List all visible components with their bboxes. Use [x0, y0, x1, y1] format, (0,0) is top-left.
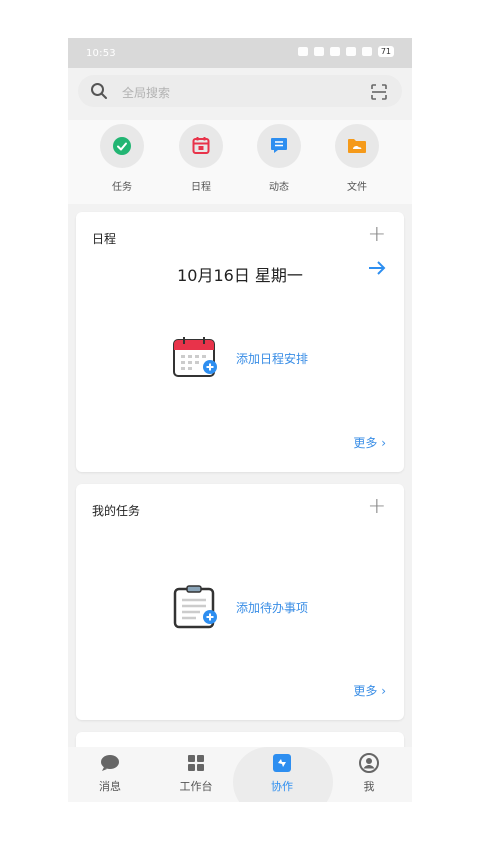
quick-action-label: 文件 [347, 182, 367, 193]
signal-2-icon [345, 47, 356, 56]
schedule-title: 日程 [92, 232, 117, 246]
search-placeholder: 全局搜索 [122, 86, 171, 100]
nav-label: 工作台 [179, 780, 213, 793]
tasks-card: 我的任务 + 添加待办事项 更多 › [76, 484, 404, 720]
nav-label: 消息 [99, 780, 121, 793]
quick-actions: 任务 日程 动态 文件 [68, 120, 412, 204]
status-bar: 10:53 71 [68, 38, 412, 68]
tasks-title: 我的任务 [92, 504, 141, 518]
clipboard-add-icon [173, 585, 217, 629]
status-time: 10:53 [86, 48, 116, 59]
bottom-nav: 消息 工作台 协作 我 [68, 747, 412, 802]
profile-icon [359, 753, 379, 773]
grid-icon [188, 755, 204, 771]
phone-screen: 10:53 71 全局搜索 任务 日程 动态 文件 日程 + 10月16日 星期… [68, 38, 412, 802]
search-icon [90, 82, 108, 104]
network-speed-icon [313, 47, 324, 56]
message-icon [101, 755, 119, 771]
chat-icon [271, 138, 287, 153]
nav-me[interactable]: 我 [339, 753, 399, 794]
quick-action-activity[interactable]: 动态 [249, 124, 309, 193]
add-schedule-row[interactable]: 添加日程安排 [172, 336, 308, 380]
check-circle-icon [113, 137, 131, 155]
add-schedule-plus-icon[interactable]: + [368, 224, 386, 246]
tasks-more-link[interactable]: 更多 › [353, 682, 386, 699]
signal-icon [329, 47, 340, 56]
activity-icon-bg [257, 124, 301, 168]
quick-action-label: 动态 [269, 182, 289, 193]
quick-action-label: 任务 [112, 182, 132, 193]
nav-collaboration[interactable]: 协作 [252, 753, 312, 794]
status-icons: 71 [297, 46, 394, 57]
nav-workbench[interactable]: 工作台 [166, 753, 226, 794]
battery-level: 71 [377, 46, 394, 57]
quick-action-label: 日程 [191, 182, 211, 193]
scan-icon[interactable] [370, 83, 388, 105]
wifi-icon [361, 47, 372, 56]
collaboration-icon [273, 754, 291, 772]
search-bar[interactable]: 全局搜索 [78, 75, 402, 107]
add-task-plus-icon[interactable]: + [368, 496, 386, 518]
add-schedule-label: 添加日程安排 [236, 351, 309, 366]
add-task-row[interactable]: 添加待办事项 [172, 584, 308, 630]
schedule-date: 10月16日 星期一 [177, 266, 303, 285]
tasks-icon-bg [100, 124, 144, 168]
nav-label: 协作 [271, 780, 293, 793]
schedule-card: 日程 + 10月16日 星期一 添加日程安排 更多 › [76, 212, 404, 472]
quick-action-tasks[interactable]: 任务 [92, 124, 152, 193]
quick-action-files[interactable]: 文件 [327, 124, 387, 193]
files-icon-bg [335, 124, 379, 168]
calendar-icon [192, 137, 210, 154]
folder-icon [348, 139, 366, 153]
nav-label: 我 [363, 780, 375, 793]
schedule-more-link[interactable]: 更多 › [353, 434, 386, 451]
arrow-right-icon[interactable] [368, 260, 386, 280]
schedule-icon-bg [179, 124, 223, 168]
alarm-icon [297, 47, 308, 56]
calendar-add-icon [173, 337, 217, 377]
add-task-label: 添加待办事项 [236, 600, 309, 615]
quick-action-schedule[interactable]: 日程 [171, 124, 231, 193]
nav-messages[interactable]: 消息 [80, 753, 140, 794]
